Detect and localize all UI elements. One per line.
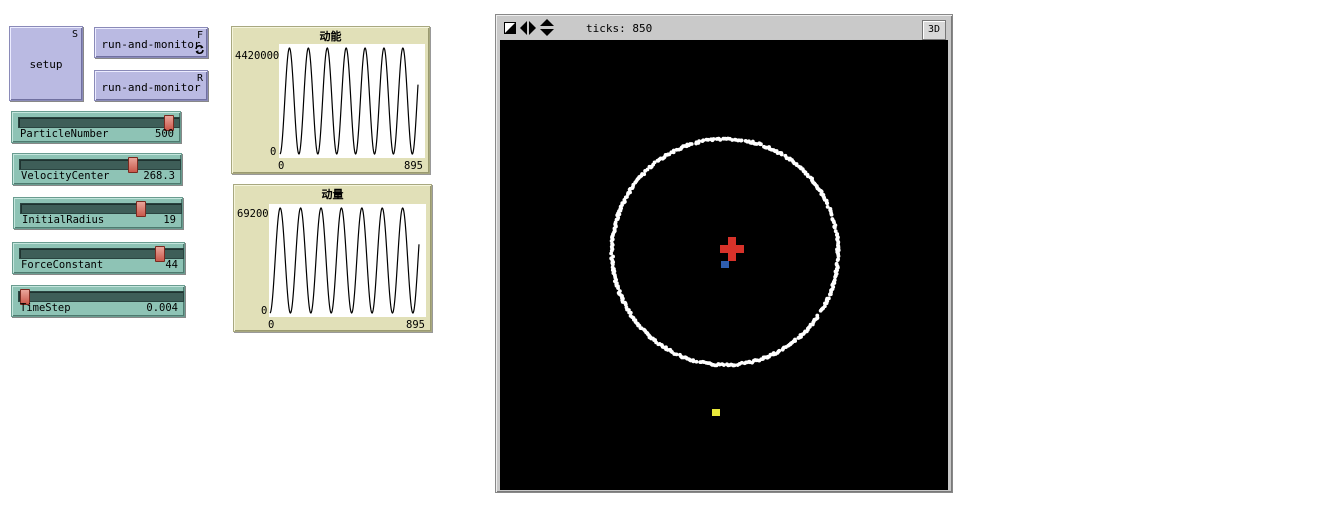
blue-patch	[721, 261, 729, 268]
plot-title: 动能	[319, 30, 342, 43]
slider-value: 44	[165, 259, 178, 271]
slider-label: VelocityCenter	[21, 170, 110, 182]
slider-value: 500	[155, 128, 174, 140]
particle	[739, 138, 744, 143]
run-forever-label: run-and-monitor	[101, 38, 201, 51]
particle	[779, 152, 784, 157]
setup-label: setup	[29, 58, 63, 71]
yellow-patch	[712, 409, 720, 416]
particle	[711, 137, 716, 141]
horizontal-arrows-icon[interactable]	[520, 21, 536, 35]
particle	[835, 258, 840, 263]
world-canvas[interactable]	[500, 40, 948, 490]
slider-initial-radius[interactable]: InitialRadius 19	[13, 197, 183, 229]
particle	[825, 201, 830, 206]
particle	[796, 336, 801, 340]
forever-loop-icon	[195, 45, 204, 54]
x-min-label: 0	[268, 319, 275, 331]
slider-value: 0.004	[146, 302, 178, 314]
slider-time-step[interactable]: TimeStep 0.004	[11, 285, 185, 317]
particle	[780, 347, 785, 352]
x-max-label: 895	[406, 319, 425, 331]
slider-velocity-center[interactable]: VelocityCenter 268.3	[12, 153, 182, 185]
ticks-counter: ticks: 850	[586, 22, 653, 35]
run-and-monitor-once-button[interactable]: R run-and-monitor	[94, 70, 208, 101]
slider-label: InitialRadius	[22, 214, 105, 226]
particle	[697, 139, 702, 144]
particle	[829, 212, 834, 217]
particle	[689, 142, 694, 146]
run-once-label: run-and-monitor	[101, 81, 201, 94]
plot-title: 动量	[321, 188, 344, 201]
slider-particle-number[interactable]: ParticleNumber 500	[11, 111, 181, 143]
setup-hotkey: S	[71, 29, 78, 40]
slider-value: 268.3	[143, 170, 175, 182]
y-max-label: 69200	[237, 208, 269, 220]
slider-label: TimeStep	[20, 302, 71, 314]
view-toolbar: ticks: 850 3D	[498, 17, 950, 40]
y-min-label: 0	[261, 305, 268, 317]
series-line	[269, 207, 420, 314]
setup-button[interactable]: S setup	[9, 26, 83, 101]
y-min-label: 0	[270, 146, 277, 158]
slider-force-constant[interactable]: ForceConstant 44	[12, 242, 185, 274]
x-max-label: 895	[404, 160, 423, 172]
slider-label: ForceConstant	[21, 259, 104, 271]
world-view: ticks: 850 3D	[495, 14, 953, 493]
particle	[678, 352, 682, 357]
particle	[642, 172, 647, 177]
slider-thumb[interactable]	[128, 157, 139, 173]
vertical-arrows-icon[interactable]	[540, 19, 554, 36]
toggle-icon[interactable]	[504, 22, 516, 34]
slider-value: 19	[163, 214, 176, 226]
particle	[818, 308, 823, 313]
slider-thumb[interactable]	[135, 201, 146, 217]
y-max-label: 4420000	[235, 50, 280, 62]
series-line	[279, 47, 419, 155]
particle	[759, 142, 763, 147]
slider-thumb[interactable]	[155, 246, 166, 262]
slider-label: ParticleNumber	[20, 128, 109, 140]
3d-view-button[interactable]: 3D	[922, 20, 946, 40]
run-and-monitor-forever-button[interactable]: F run-and-monitor	[94, 27, 208, 58]
particle	[698, 360, 703, 365]
plot-kinetic-energy: 动能 4420000 0 0 895	[231, 26, 430, 174]
center-cross-icon	[720, 237, 744, 261]
plot-area	[269, 204, 426, 317]
particle	[828, 292, 832, 297]
particle	[832, 225, 837, 230]
x-min-label: 0	[278, 160, 285, 172]
plot-area	[279, 44, 425, 158]
particle	[836, 248, 841, 253]
plot-momentum: 动量 69200 0 0 895	[233, 184, 432, 332]
